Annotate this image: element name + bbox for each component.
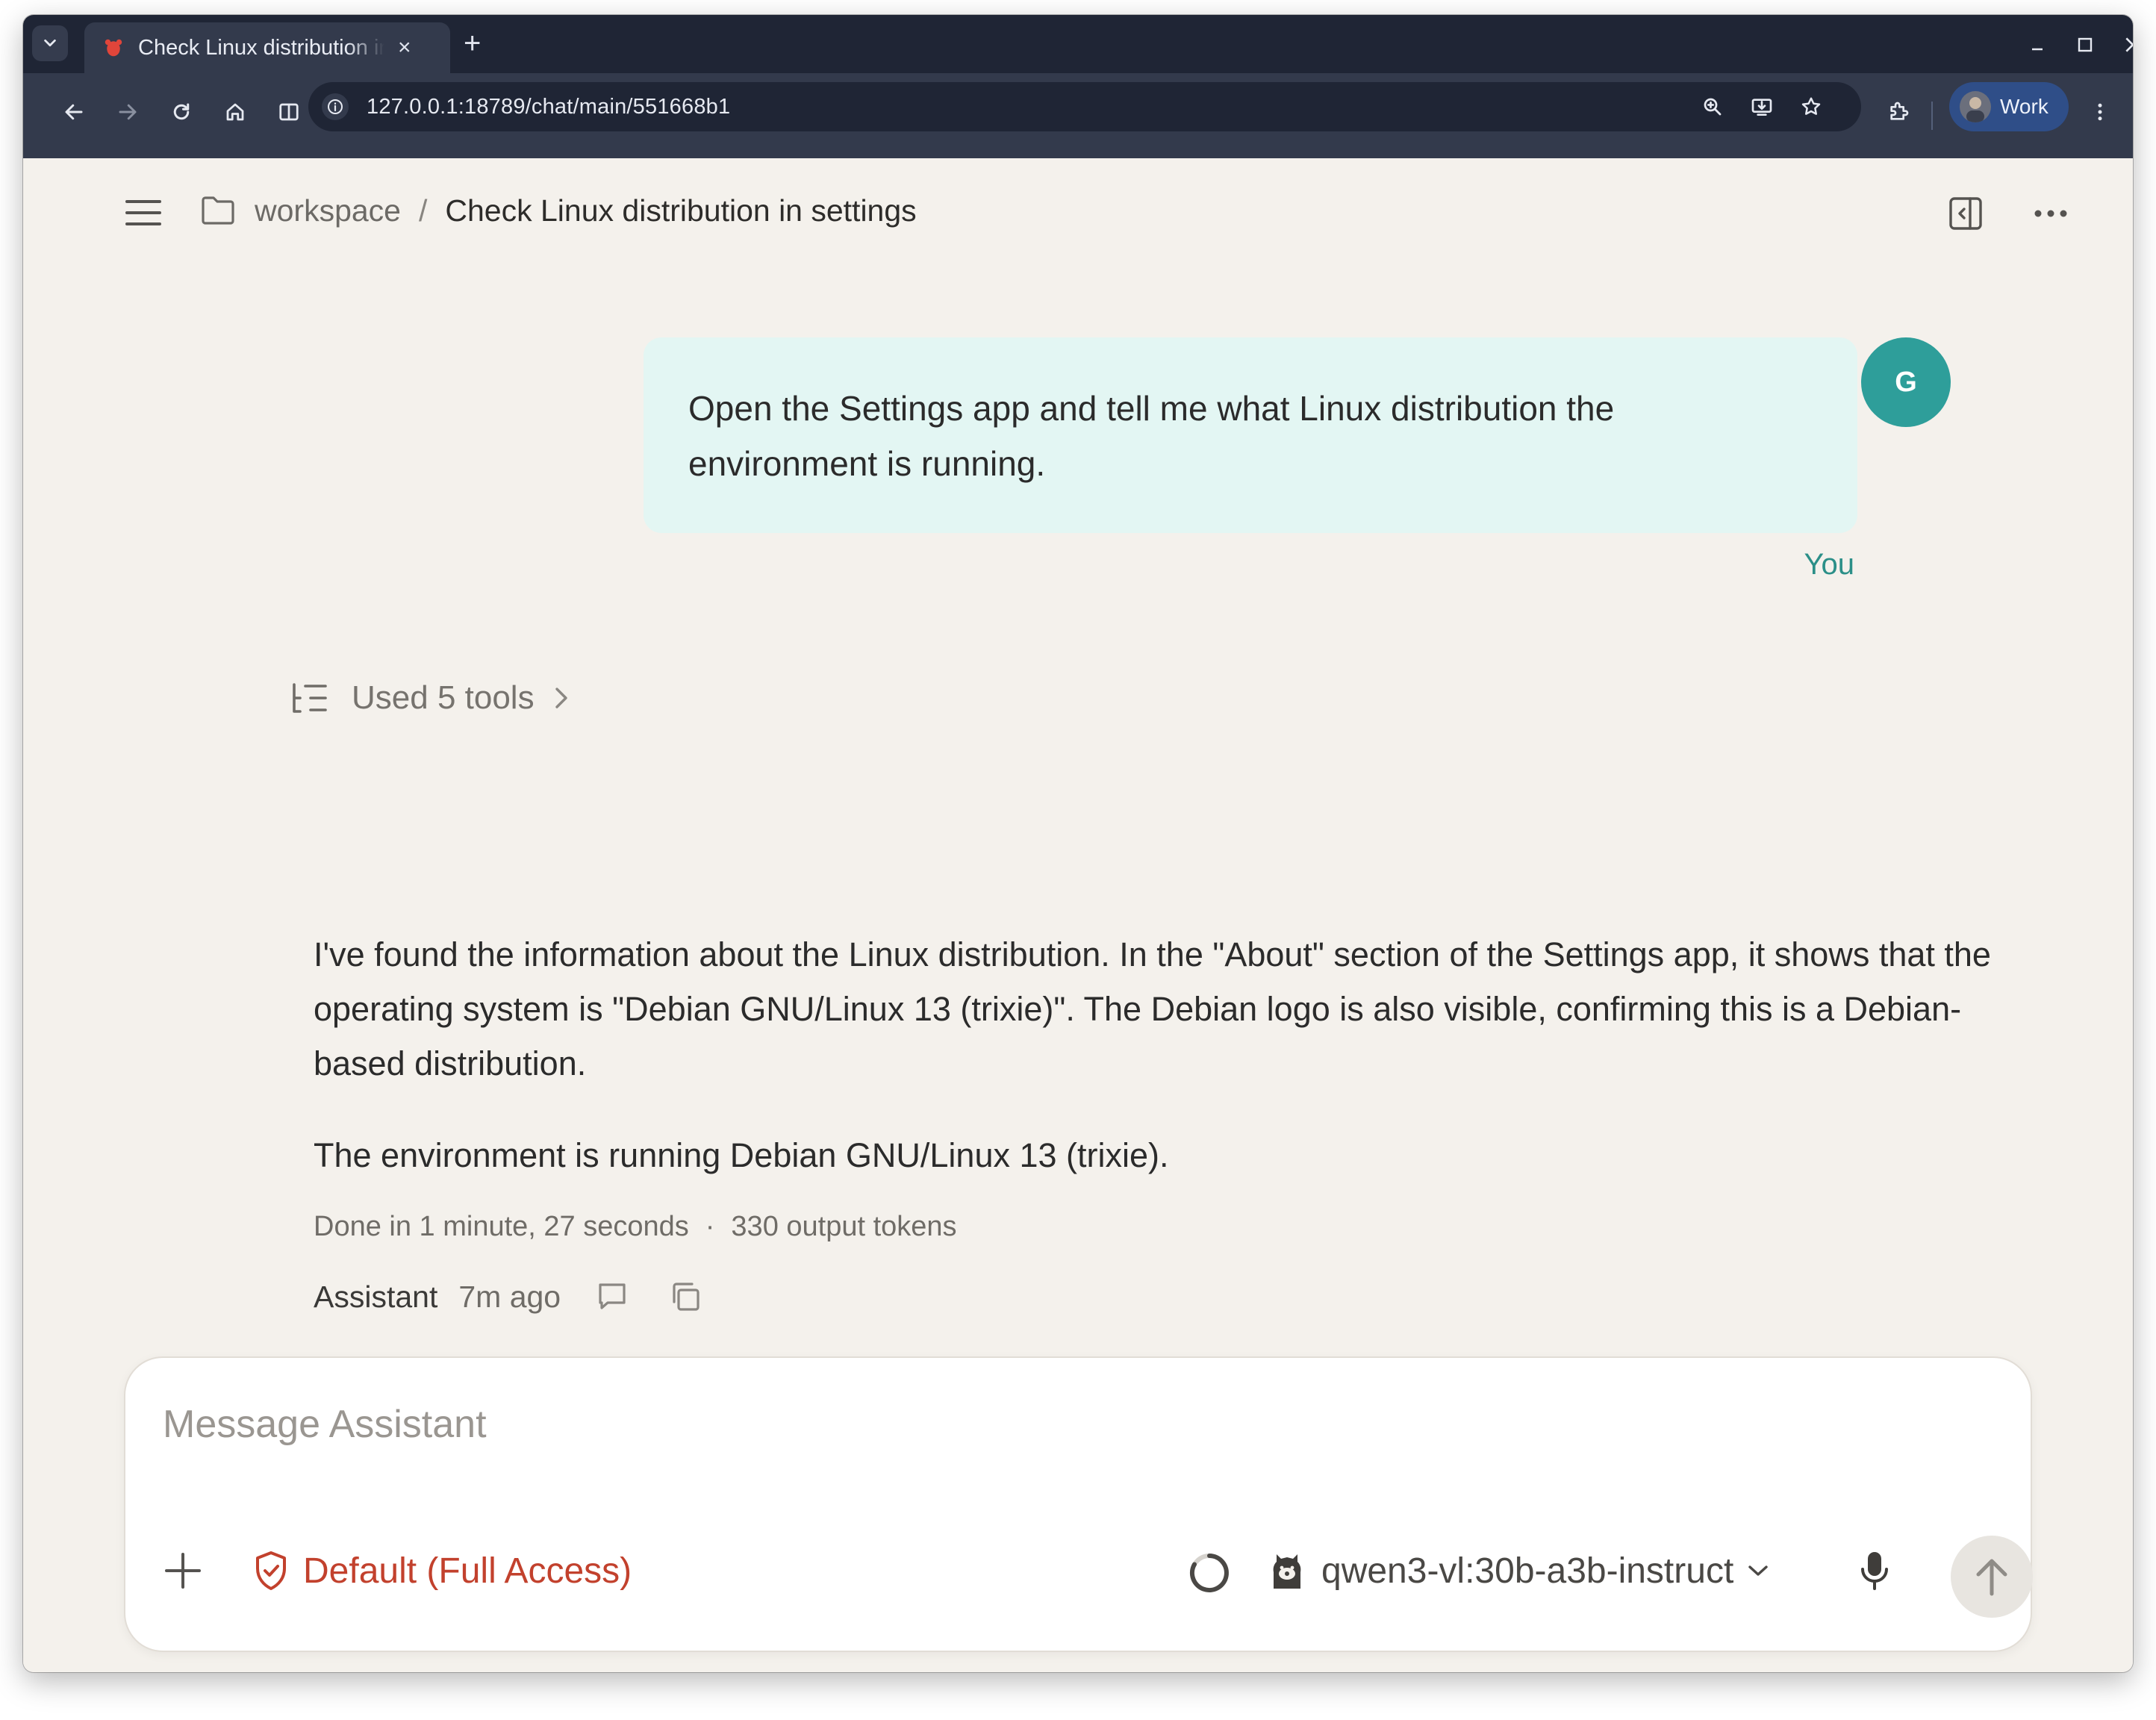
copy-button[interactable]: [665, 1277, 705, 1317]
send-button[interactable]: [1951, 1536, 2033, 1618]
install-app-button[interactable]: [1743, 88, 1780, 125]
profile-button[interactable]: Work: [1949, 82, 2069, 131]
reply-button[interactable]: [592, 1277, 632, 1317]
access-mode-label: Default (Full Access): [303, 1551, 632, 1591]
browser-toolbar: 127.0.0.1:18789/chat/main/551668b1 Work: [23, 73, 2133, 158]
more-vertical-icon: [2098, 103, 2102, 121]
user-message-bubble: Open the Settings app and tell me what L…: [644, 337, 1857, 533]
user-author-label: You: [1804, 548, 1855, 581]
browser-tab[interactable]: Check Linux distribution in settings ×: [84, 22, 450, 73]
token-count: 330 output tokens: [731, 1211, 957, 1242]
close-window-button[interactable]: [2118, 30, 2133, 60]
plus-icon: [165, 1553, 201, 1589]
forward-button[interactable]: [108, 93, 147, 131]
site-info-button[interactable]: [322, 93, 349, 120]
back-button[interactable]: [54, 93, 93, 131]
shield-check-icon: [256, 1551, 286, 1590]
reading-mode-button[interactable]: [270, 93, 308, 131]
arrow-right-icon: [119, 104, 137, 120]
message-metadata: Done in 1 minute, 27 seconds · 330 outpu…: [314, 1211, 957, 1243]
browser-window: Check Linux distribution in settings × +: [23, 15, 2133, 1672]
comment-icon: [599, 1283, 626, 1309]
model-selector[interactable]: qwen3-vl:30b-a3b-instruct: [1271, 1545, 1772, 1597]
maximize-icon: [2078, 37, 2093, 52]
access-mode-button[interactable]: Default (Full Access): [252, 1546, 632, 1595]
reload-button[interactable]: [162, 93, 201, 131]
minimize-icon: [2032, 48, 2043, 51]
tool-list-icon: [290, 677, 332, 719]
arrow-up-icon: [1976, 1559, 2007, 1596]
copy-icon: [673, 1283, 700, 1311]
assistant-paragraph: The environment is running Debian GNU/Li…: [314, 1136, 1169, 1174]
book-icon: [279, 103, 299, 121]
microphone-icon: [1861, 1552, 1888, 1590]
side-panel-icon: [1949, 197, 1982, 230]
toolbar-divider: [1931, 102, 1933, 130]
puzzle-icon: [1890, 102, 1909, 120]
maximize-button[interactable]: [2070, 30, 2100, 60]
llama-icon: [1273, 1554, 1301, 1589]
tools-summary-label: Used 5 tools: [352, 679, 535, 716]
chevron-down-icon: [1747, 1558, 1772, 1583]
title-bar: Check Linux distribution in settings × +: [23, 15, 2133, 73]
profile-avatar: [1960, 91, 1991, 122]
assistant-paragraph: I've found the information about the Lin…: [314, 935, 1991, 1082]
assistant-author-label: Assistant: [314, 1279, 438, 1314]
loading-spinner-icon: [1189, 1554, 1229, 1592]
panel-toggle-button[interactable]: [1943, 191, 1988, 236]
reload-icon: [173, 103, 190, 120]
star-icon: [1801, 97, 1821, 115]
install-icon: [1751, 99, 1772, 116]
url-text: 127.0.0.1:18789/chat/main/551668b1: [367, 94, 731, 119]
assistant-message-body: I've found the information about the Lin…: [314, 927, 1993, 1182]
tab-close-button[interactable]: ×: [398, 37, 411, 59]
more-options-button[interactable]: [2028, 191, 2073, 236]
chat-app: workspace / Check Linux distribution in …: [23, 158, 2133, 1672]
arrow-left-icon: [65, 104, 83, 120]
info-icon: [328, 99, 343, 114]
extensions-button[interactable]: [1879, 93, 1918, 131]
bookmark-button[interactable]: [1792, 88, 1830, 125]
tools-summary-button[interactable]: Used 5 tools: [290, 673, 581, 723]
home-button[interactable]: [216, 93, 255, 131]
tab-search-button[interactable]: [32, 25, 68, 61]
breadcrumb-workspace[interactable]: workspace: [255, 193, 401, 228]
message-timestamp: 7m ago: [458, 1279, 561, 1314]
address-bar[interactable]: 127.0.0.1:18789/chat/main/551668b1: [308, 82, 1861, 131]
breadcrumb: workspace / Check Linux distribution in …: [201, 187, 917, 234]
zoom-button[interactable]: [1694, 88, 1731, 125]
home-icon: [226, 103, 244, 121]
meta-separator: ·: [705, 1211, 715, 1242]
zoom-icon: [1704, 98, 1722, 116]
avatar: G: [1861, 337, 1951, 427]
message-composer: Default (Full Access) qwen3-vl:30b-a3b-i…: [124, 1356, 2033, 1652]
profile-label: Work: [2000, 95, 2048, 118]
chevron-right-icon: [551, 683, 581, 713]
breadcrumb-separator: /: [418, 193, 428, 228]
model-name: qwen3-vl:30b-a3b-instruct: [1321, 1551, 1734, 1591]
tab-title: Check Linux distribution in settings: [138, 35, 384, 60]
person-icon: [1966, 97, 1984, 122]
assistant-signature: Assistant 7m ago: [314, 1271, 705, 1323]
browser-menu-button[interactable]: [2081, 93, 2119, 131]
close-icon: [2125, 37, 2133, 52]
sidebar-toggle-button[interactable]: [123, 193, 163, 233]
attach-button[interactable]: [157, 1545, 209, 1597]
minimize-button[interactable]: [2022, 30, 2052, 60]
page-title: Check Linux distribution in settings: [445, 193, 917, 228]
lobster-icon: [105, 39, 122, 57]
folder-icon: [201, 192, 238, 229]
more-horizontal-icon: [2034, 210, 2067, 217]
message-input[interactable]: [163, 1398, 1954, 1451]
chevron-down-icon: [44, 39, 56, 47]
duration-text: Done in 1 minute, 27 seconds: [314, 1211, 689, 1242]
new-tab-button[interactable]: +: [464, 28, 481, 58]
menu-icon: [125, 200, 161, 225]
voice-input-button[interactable]: [1850, 1546, 1899, 1595]
